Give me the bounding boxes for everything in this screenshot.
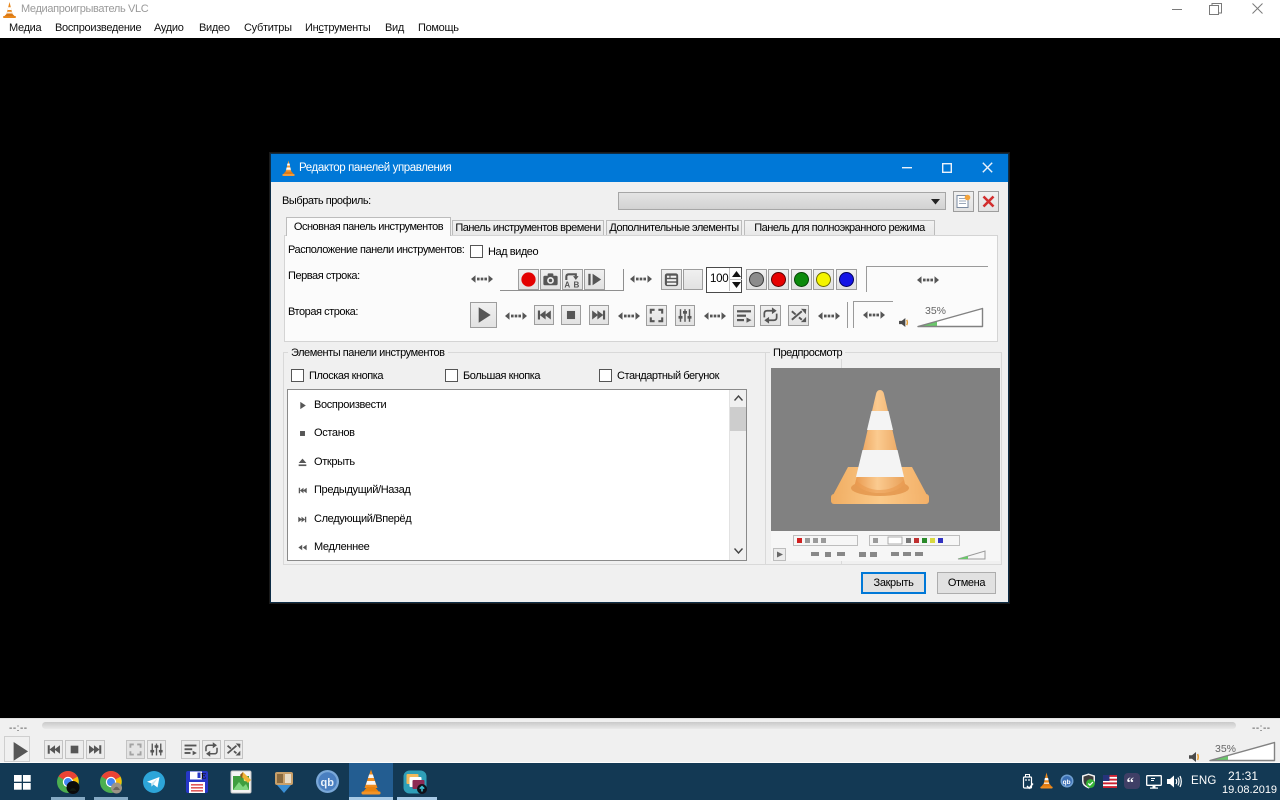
svg-text:“: “ [1127, 776, 1135, 790]
svg-text:qb: qb [1063, 779, 1071, 786]
svg-text:E: E [201, 772, 206, 781]
svg-text:qb: qb [321, 777, 335, 789]
